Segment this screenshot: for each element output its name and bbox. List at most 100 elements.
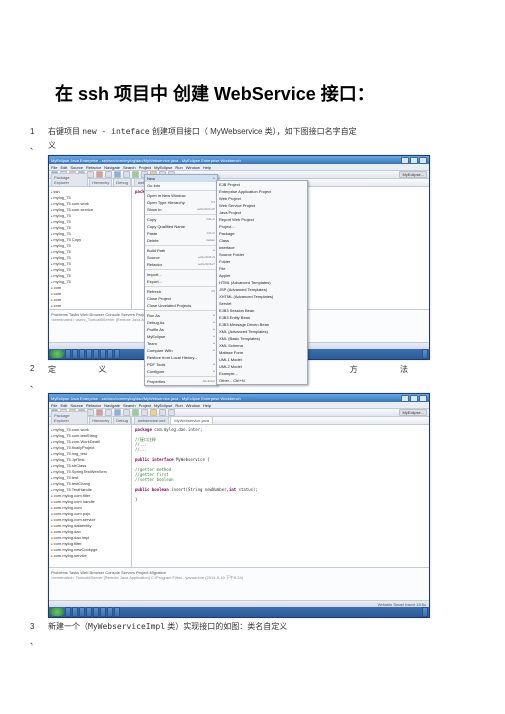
menu-item[interactable]: XHTML (Advanced Templates) bbox=[217, 293, 307, 300]
menu-item[interactable]: Project bbox=[139, 165, 151, 170]
menu-item[interactable]: Close Project bbox=[145, 295, 217, 302]
menu-item[interactable]: Edit bbox=[60, 165, 67, 170]
editor-tab[interactable]: MyWebservice.java bbox=[170, 416, 213, 424]
menu-item[interactable]: MyEclipse▸ bbox=[145, 333, 217, 340]
menu-item[interactable]: Source bbox=[70, 165, 83, 170]
taskbar-item[interactable] bbox=[93, 607, 99, 617]
menu-item[interactable]: Other... Ctrl+N bbox=[217, 377, 307, 384]
panel-tab[interactable]: Package Explorer bbox=[51, 173, 88, 186]
menu-item[interactable]: Configure▸ bbox=[145, 368, 217, 375]
tray-area[interactable] bbox=[422, 349, 428, 359]
menu-item[interactable]: RefactorAlt+Shift+T▸ bbox=[145, 261, 217, 268]
menu-item[interactable]: Interface bbox=[217, 244, 307, 251]
menu-item[interactable]: Report Web Project bbox=[217, 216, 307, 223]
menu-item[interactable]: Refactor bbox=[86, 165, 101, 170]
menu-item[interactable]: Class bbox=[217, 237, 307, 244]
new-submenu[interactable]: EJB ProjectEnterprise Application Projec… bbox=[216, 180, 308, 385]
window-buttons[interactable] bbox=[401, 395, 427, 402]
menu-item[interactable]: JSP (Advanced Templates) bbox=[217, 286, 307, 293]
menu-item[interactable]: Debug As▸ bbox=[145, 319, 217, 326]
menu-item[interactable]: Enterprise Application Project bbox=[217, 188, 307, 195]
perspective-button[interactable]: MyEclipse... bbox=[399, 409, 427, 416]
minimize-icon[interactable] bbox=[401, 157, 409, 164]
editor-area[interactable]: webservice.xmlMyWebservice.java package … bbox=[132, 417, 429, 567]
package-explorer[interactable]: Package ExplorerHierarchyDebug sshmylog_… bbox=[49, 179, 132, 309]
menu-item[interactable]: Help bbox=[203, 403, 211, 408]
menu-item[interactable]: MyEclipse bbox=[154, 165, 172, 170]
panel-tab[interactable]: Package Explorer bbox=[51, 411, 88, 424]
menu-item[interactable]: Copy Qualified Name bbox=[145, 223, 217, 230]
menu-item[interactable]: MyEclipse bbox=[154, 403, 172, 408]
taskbar-item[interactable] bbox=[72, 607, 78, 617]
context-menu[interactable]: New▸Go IntoOpen in New WindowOpen Type H… bbox=[144, 174, 218, 386]
console-panel[interactable]: Problems Tasks Web Browser Console Serve… bbox=[49, 567, 429, 600]
taskbar-item[interactable] bbox=[100, 607, 106, 617]
menu-item[interactable]: Run bbox=[175, 403, 182, 408]
window-buttons[interactable] bbox=[401, 157, 427, 164]
menu-item[interactable]: Profile As▸ bbox=[145, 326, 217, 333]
menu-item[interactable]: Team▸ bbox=[145, 340, 217, 347]
maximize-icon[interactable] bbox=[410, 157, 418, 164]
menu-item[interactable]: Window bbox=[186, 165, 200, 170]
menu-item[interactable]: CopyCtrl+C bbox=[145, 216, 217, 223]
taskbar-item[interactable] bbox=[107, 607, 113, 617]
menu-item[interactable]: Navigate bbox=[104, 403, 120, 408]
tray-area[interactable] bbox=[422, 607, 428, 617]
menu-item[interactable]: EJB3 Message Driven Bean bbox=[217, 321, 307, 328]
menu-item[interactable]: XML (Basic Templates) bbox=[217, 335, 307, 342]
taskbar-item[interactable] bbox=[86, 349, 92, 359]
menu-item[interactable]: Search bbox=[123, 403, 136, 408]
menu-item[interactable]: Build Path▸ bbox=[145, 247, 217, 254]
menu-item[interactable]: PDF Tools▸ bbox=[145, 361, 217, 368]
taskbar-item[interactable] bbox=[86, 607, 92, 617]
menu-item[interactable]: Project... bbox=[217, 223, 307, 230]
taskbar-item[interactable] bbox=[93, 349, 99, 359]
menu-item[interactable]: Servlet bbox=[217, 300, 307, 307]
menu-item[interactable]: Applet bbox=[217, 272, 307, 279]
taskbar-item[interactable] bbox=[114, 607, 120, 617]
perspective-button[interactable]: MyEclipse... bbox=[399, 171, 427, 178]
menu-item[interactable]: Open in New Window bbox=[145, 192, 217, 199]
taskbar-item[interactable] bbox=[65, 349, 71, 359]
menu-item[interactable]: XML Schema bbox=[217, 342, 307, 349]
menu-item[interactable]: Compare With▸ bbox=[145, 347, 217, 354]
menu-item[interactable]: File bbox=[217, 265, 307, 272]
menu-item[interactable]: Source bbox=[70, 403, 83, 408]
menu-item[interactable]: Search bbox=[123, 165, 136, 170]
menu-item[interactable]: EJB3 Session Bean bbox=[217, 307, 307, 314]
menu-item[interactable]: Edit bbox=[60, 403, 67, 408]
panel-tab[interactable]: Debug bbox=[113, 178, 131, 186]
menu-item[interactable]: Web Service Project bbox=[217, 202, 307, 209]
taskbar-item[interactable] bbox=[79, 349, 85, 359]
menu-item[interactable]: SourceAlt+Shift+S▸ bbox=[145, 254, 217, 261]
menu-item[interactable]: DeleteDelete bbox=[145, 237, 217, 244]
editor-tab[interactable]: webservice.xml bbox=[134, 416, 169, 424]
menu-item[interactable]: Java Project bbox=[217, 209, 307, 216]
menu-item[interactable]: Project bbox=[139, 403, 151, 408]
taskbar-item[interactable] bbox=[107, 349, 113, 359]
menu-item[interactable]: RefreshF5 bbox=[145, 288, 217, 295]
menu-item[interactable]: Show InAlt+Shift+W▸ bbox=[145, 206, 217, 213]
menu-item[interactable]: PasteCtrl+V bbox=[145, 230, 217, 237]
maximize-icon[interactable] bbox=[410, 395, 418, 402]
menu-item[interactable]: Export... bbox=[145, 278, 217, 285]
minimize-icon[interactable] bbox=[401, 395, 409, 402]
panel-tab[interactable]: Debug bbox=[113, 416, 131, 424]
menu-item[interactable]: UML2 Model bbox=[217, 363, 307, 370]
menu-bar[interactable]: FileEditSourceRefactorNavigateSearchProj… bbox=[49, 402, 429, 409]
close-icon[interactable] bbox=[419, 157, 427, 164]
menu-item[interactable]: Example... bbox=[217, 370, 307, 377]
panel-tab[interactable]: Hierarchy bbox=[89, 416, 112, 424]
menu-item[interactable]: Package bbox=[217, 230, 307, 237]
start-button[interactable] bbox=[50, 350, 64, 358]
menu-item[interactable]: Run As▸ bbox=[145, 312, 217, 319]
start-button[interactable] bbox=[50, 608, 64, 616]
menu-item[interactable]: Source Folder bbox=[217, 251, 307, 258]
menu-item[interactable]: Navigate bbox=[104, 165, 120, 170]
menu-item[interactable]: Close Unrelated Projects bbox=[145, 302, 217, 309]
taskbar-item[interactable] bbox=[65, 607, 71, 617]
menu-item[interactable]: EJB Project bbox=[217, 181, 307, 188]
menu-item[interactable]: Go Into bbox=[145, 182, 217, 189]
close-icon[interactable] bbox=[419, 395, 427, 402]
menu-item[interactable]: XML (Advanced Templates) bbox=[217, 328, 307, 335]
